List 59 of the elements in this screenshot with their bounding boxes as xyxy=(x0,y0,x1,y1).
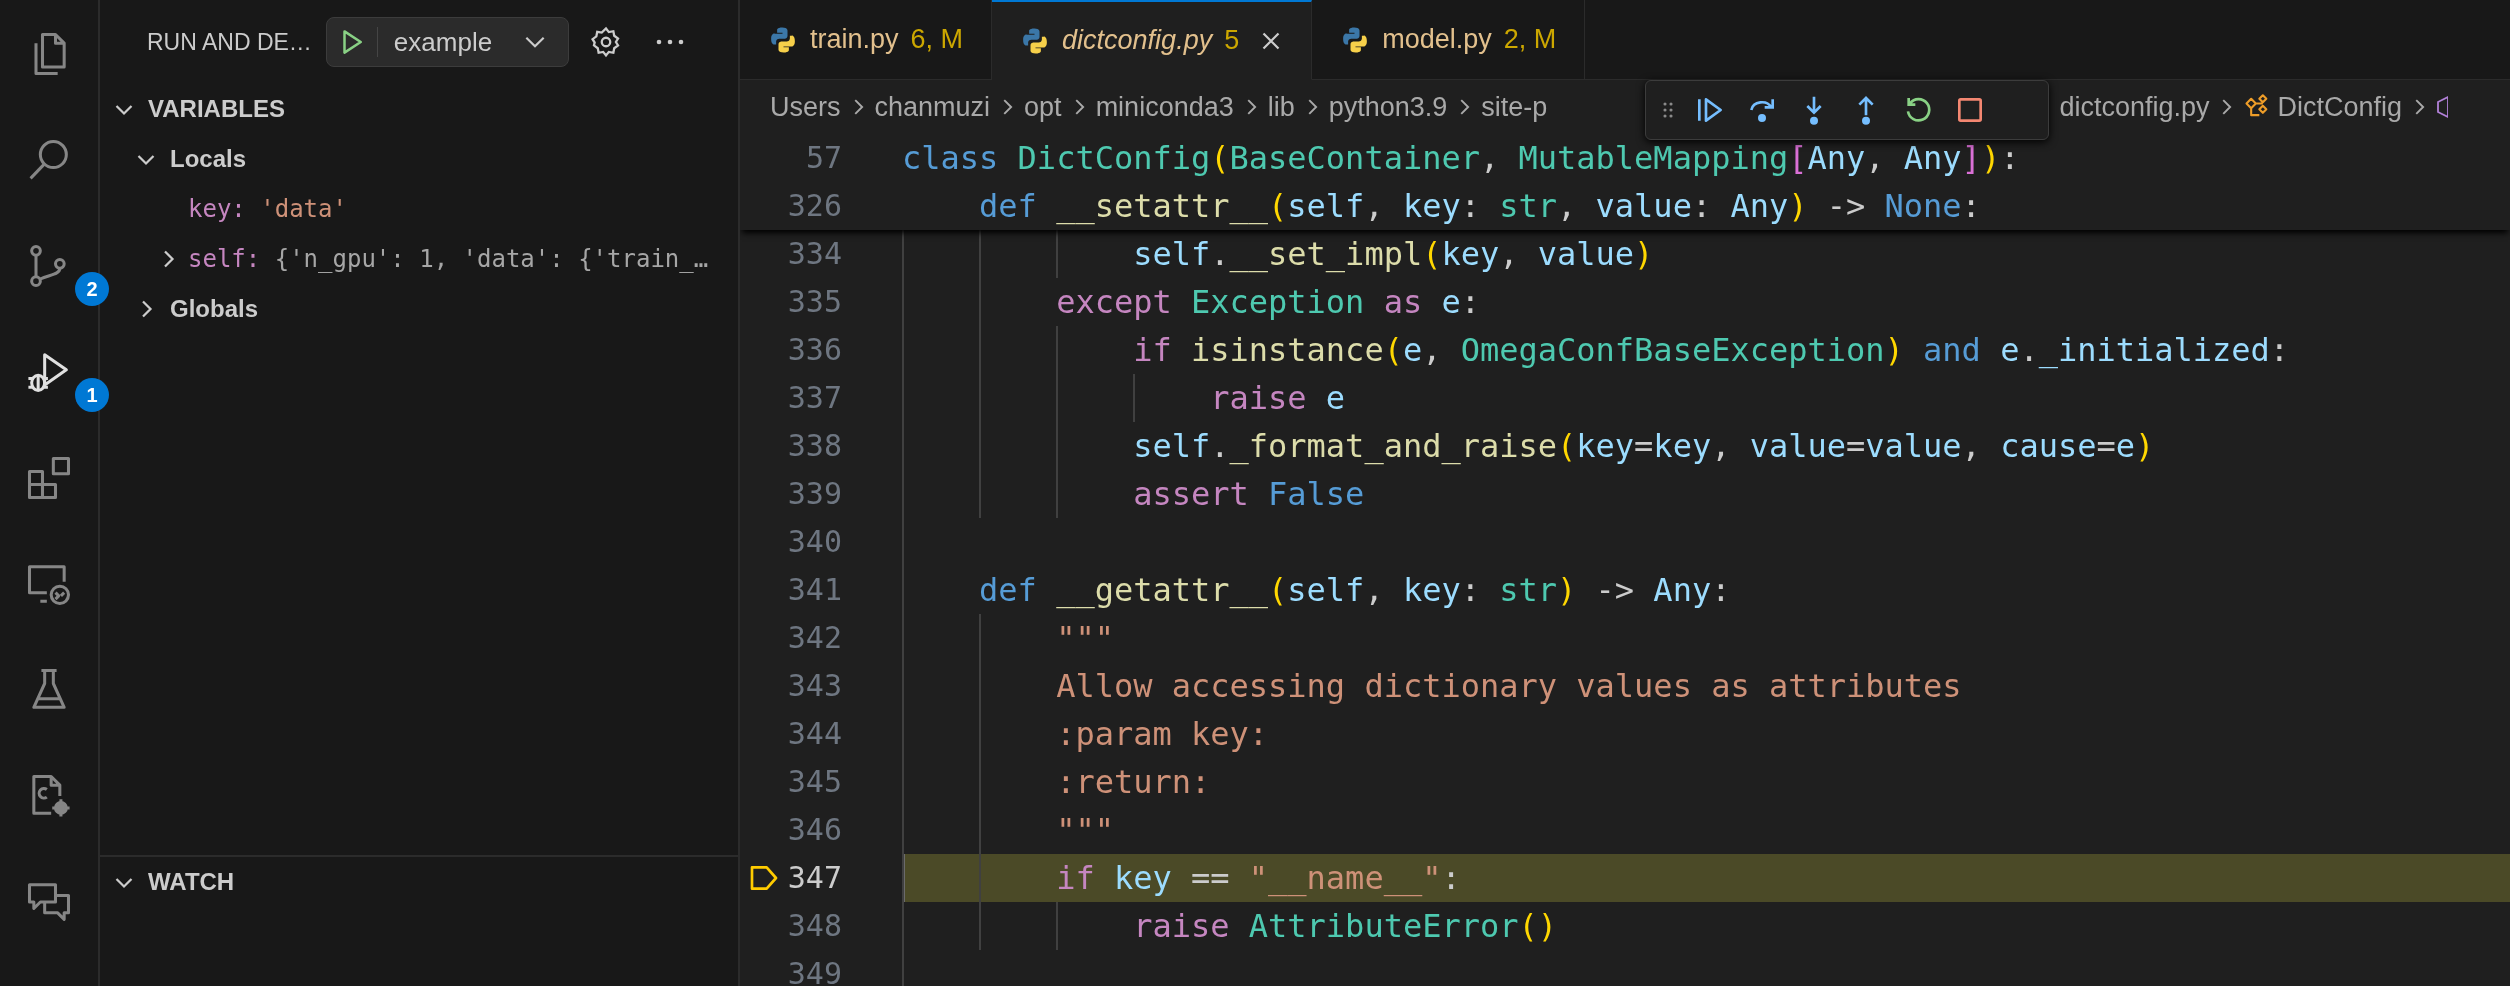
line-number: 336 xyxy=(786,331,842,369)
scope-label[interactable]: Globals xyxy=(170,295,259,323)
line-number: 326 xyxy=(786,187,842,225)
breadcrumb-item[interactable]: python3.9 xyxy=(1328,91,1448,123)
notification-badge: 2 xyxy=(75,272,109,306)
code-line: raise e xyxy=(902,374,2510,422)
line-number: 57 xyxy=(804,139,842,177)
code-line: if isinstance(e, OmegaConfBaseException) and e._initialized: xyxy=(902,326,2510,374)
line-number: 343 xyxy=(786,667,842,705)
breadcrumb-item[interactable]: Users xyxy=(770,91,841,123)
breadcrumb-item[interactable]: opt xyxy=(1024,91,1062,123)
code-line: :return: xyxy=(902,758,2510,806)
breadcrumb-item[interactable]: chanmuzi xyxy=(874,91,991,123)
code-line: class DictConfig(BaseContainer, MutableMapping[Any, Any]): xyxy=(902,138,2021,179)
scope-label[interactable]: Locals xyxy=(170,145,247,173)
editor-tab[interactable]: model.py 2, M xyxy=(1312,0,1586,80)
section-title[interactable]: VARIABLES xyxy=(148,95,285,123)
breadcrumb-item[interactable]: site-p xyxy=(1481,91,1548,123)
code-line: """ xyxy=(902,806,2510,854)
breadcrumb-item[interactable]: DictConfig xyxy=(2277,91,2402,123)
problem-count: 5 xyxy=(1224,25,1240,56)
code-line: Allow accessing dictionary values as attributes xyxy=(902,662,2510,710)
line-number: 338 xyxy=(786,427,842,465)
breadcrumb-item[interactable]: dictconfig.py xyxy=(2059,91,2210,123)
breadcrumb-item[interactable]: lib xyxy=(1267,91,1295,123)
code-line: self.__set_impl(key, value) xyxy=(902,230,2510,278)
line-number: 345 xyxy=(786,763,842,801)
variable-entry[interactable]: self: {'n_gpu': 1, 'data': {'train_… xyxy=(188,245,709,273)
section-title[interactable]: WATCH xyxy=(148,868,235,896)
line-number: 337 xyxy=(786,379,842,417)
launch-config-select[interactable]: example xyxy=(377,26,569,58)
code-line: :param key: xyxy=(902,710,2510,758)
notification-badge: 1 xyxy=(75,378,109,412)
more-icon[interactable] xyxy=(655,37,686,47)
cube-icon xyxy=(2436,94,2448,120)
line-number: 347 xyxy=(786,859,842,897)
code-line: except Exception as e: xyxy=(902,278,2510,326)
code-line: assert False xyxy=(902,470,2510,518)
code-line: def __getattr__(self, key: str) -> Any: xyxy=(902,566,2510,614)
problem-count: 6, M xyxy=(910,24,964,55)
line-number: 334 xyxy=(786,235,842,273)
breadcrumb-item[interactable]: miniconda3 xyxy=(1095,91,1234,123)
editor-tab[interactable]: dictconfig.py 5 xyxy=(992,0,1313,80)
line-number: 348 xyxy=(786,907,842,945)
line-number: 344 xyxy=(786,715,842,753)
line-number: 342 xyxy=(786,619,842,657)
problem-count: 2, M xyxy=(1503,24,1557,55)
variable-entry[interactable]: key: 'data' xyxy=(188,195,347,223)
code-line: """ xyxy=(902,614,2510,662)
line-number: 335 xyxy=(786,283,842,321)
code-line: self._format_and_raise(key=key, value=value, cause=e) xyxy=(902,422,2510,470)
line-number: 349 xyxy=(786,955,842,986)
line-number: 340 xyxy=(786,523,842,561)
line-number: 346 xyxy=(786,811,842,849)
code-line: def __setattr__(self, key: str, value: Any) -> None: xyxy=(978,186,1982,227)
line-number: 341 xyxy=(786,571,842,609)
sidebar-title: RUN AND DE… xyxy=(147,28,312,56)
line-number: 339 xyxy=(786,475,842,513)
code-line: raise AttributeError() xyxy=(902,902,2510,950)
